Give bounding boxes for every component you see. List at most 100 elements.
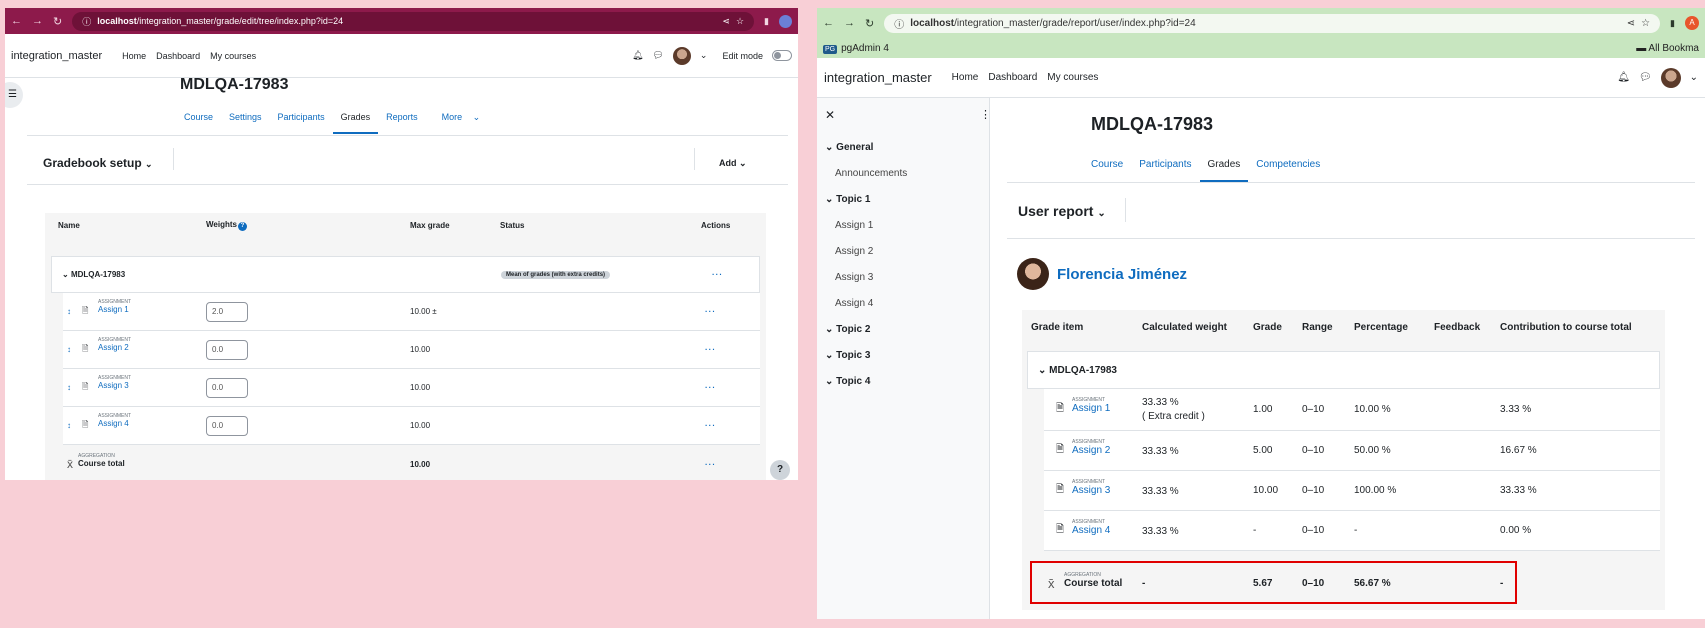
item-actions-menu[interactable]: ··· — [705, 383, 716, 392]
grade-item-link[interactable]: Assign 4 — [1072, 525, 1110, 536]
tab-settings[interactable]: Settings — [221, 106, 270, 134]
back-icon[interactable]: ← — [823, 17, 834, 29]
star-icon[interactable]: ☆ — [736, 16, 744, 27]
forward-icon[interactable]: → — [844, 17, 855, 29]
chevron-down-icon[interactable]: ⌄ — [1690, 72, 1698, 83]
drawer-section[interactable]: ⌄ Topic 4 — [825, 376, 870, 387]
site-brand[interactable]: integration_master — [824, 70, 932, 85]
drawer-item[interactable]: Announcements — [835, 168, 907, 179]
drawer-section[interactable]: ⌄ General — [825, 142, 873, 153]
grade-item-link[interactable]: Assign 3 — [98, 381, 129, 390]
sidepanel-icon[interactable]: ▮ — [764, 16, 769, 27]
tab-participants[interactable]: Participants — [270, 106, 333, 134]
tab-participants[interactable]: Participants — [1131, 154, 1199, 182]
help-icon[interactable]: ? — [237, 221, 247, 231]
category-toggle[interactable]: ⌄ MDLQA-17983 — [1038, 365, 1117, 376]
drawer-item[interactable]: Assign 2 — [835, 246, 873, 257]
percentage-value: - — [1354, 525, 1358, 536]
nav-my-courses[interactable]: My courses — [210, 51, 256, 61]
profile-icon[interactable] — [779, 14, 792, 28]
drawer-section[interactable]: ⌄ Topic 3 — [825, 350, 870, 361]
item-actions-menu[interactable]: ··· — [705, 421, 716, 430]
course-index-toggle[interactable]: ☰ — [5, 82, 23, 108]
nav-dashboard[interactable]: Dashboard — [156, 51, 200, 61]
weight-input[interactable] — [206, 415, 248, 436]
bookmark-pgadmin[interactable]: PG pgAdmin 4 — [823, 43, 889, 54]
address-bar[interactable]: ⓘ localhost/integration_master/grade/rep… — [884, 13, 1661, 33]
bell-icon[interactable]: 🔔︎ — [632, 50, 643, 61]
tab-reports[interactable]: Reports — [378, 106, 426, 134]
sidepanel-icon[interactable]: ▮ — [1670, 18, 1675, 29]
drawer-section[interactable]: ⌄ Topic 2 — [825, 324, 870, 335]
star-icon[interactable]: ☆ — [1641, 18, 1650, 29]
drawer-section[interactable]: ⌄ Topic 1 — [825, 194, 870, 205]
item-actions-menu[interactable]: ··· — [705, 307, 716, 316]
user-report-menu[interactable]: User report ⌄ — [1018, 203, 1106, 219]
nav-dashboard[interactable]: Dashboard — [988, 72, 1037, 83]
drawer-item[interactable]: Assign 1 — [835, 220, 873, 231]
gradebook-setup-menu[interactable]: Gradebook setup ⌄ — [43, 156, 153, 170]
weight-cell: 33.33 % — [1142, 485, 1179, 499]
user-avatar-large[interactable] — [1017, 258, 1049, 290]
kebab-menu-icon[interactable]: ⋮ — [980, 108, 991, 121]
total-actions-menu[interactable]: ··· — [705, 460, 716, 469]
chat-icon[interactable]: 💬︎ — [1639, 72, 1652, 83]
help-button[interactable]: ? — [770, 460, 790, 480]
chat-icon[interactable]: 💬︎ — [652, 50, 663, 61]
nav-home[interactable]: Home — [952, 72, 979, 83]
grade-item-link[interactable]: Assign 3 — [1072, 485, 1110, 496]
back-icon[interactable]: ← — [11, 15, 22, 27]
moodle-navbar: integration_master Home Dashboard My cou… — [817, 58, 1705, 98]
tab-competencies[interactable]: Competencies — [1248, 154, 1328, 182]
course-total-row: x̄ AGGREGATION Course total 10.00 ··· — [63, 448, 760, 480]
address-bar[interactable]: ⓘ localhost/integration_master/grade/edi… — [72, 11, 755, 31]
calculated-weight: 33.33 % — [1142, 397, 1179, 408]
tab-grades[interactable]: Grades — [332, 106, 379, 134]
weight-input[interactable] — [206, 301, 248, 322]
tab-more[interactable]: More ⌄ — [426, 106, 489, 134]
category-actions-menu[interactable]: ··· — [712, 270, 723, 279]
close-icon[interactable]: ✕ — [825, 108, 835, 122]
share-icon[interactable]: ⋖ — [1627, 18, 1635, 29]
tab-course[interactable]: Course — [1083, 154, 1131, 182]
bell-icon[interactable]: 🔔︎ — [1617, 72, 1630, 83]
grade-item-link[interactable]: Assign 1 — [98, 305, 129, 314]
nav-my-courses[interactable]: My courses — [1047, 72, 1098, 83]
weight-input[interactable] — [206, 377, 248, 398]
add-menu-button[interactable]: Add ⌄ — [719, 158, 747, 169]
grade-item-cell: ASSIGNMENT Assign 3 — [98, 375, 131, 390]
user-avatar[interactable] — [1660, 67, 1681, 88]
category-toggle[interactable]: ⌄ MDLQA-17983 — [62, 270, 125, 279]
col-range: Range — [1302, 321, 1333, 333]
tab-course[interactable]: Course — [176, 106, 221, 134]
grade-item-link[interactable]: Assign 1 — [1072, 403, 1110, 414]
forward-icon[interactable]: → — [32, 15, 43, 27]
drawer-item[interactable]: Assign 3 — [835, 272, 873, 283]
all-bookmarks[interactable]: ▬ All Bookma — [1636, 43, 1699, 54]
drawer-section-title: Topic 1 — [836, 194, 871, 205]
reload-icon[interactable]: ↻ — [53, 15, 62, 28]
grade-item-link[interactable]: Assign 2 — [98, 343, 129, 352]
site-brand[interactable]: integration_master — [11, 50, 102, 62]
user-name-link[interactable]: Florencia Jiménez — [1057, 266, 1187, 283]
grade-item-link[interactable]: Assign 4 — [98, 419, 129, 428]
course-total-max: 10.00 — [410, 459, 431, 469]
edit-mode-toggle[interactable] — [772, 50, 792, 61]
grade-item-link[interactable]: Assign 2 — [1072, 445, 1110, 456]
drawer-item[interactable]: Assign 4 — [835, 298, 873, 309]
drag-handle-icon[interactable]: ↕ — [67, 307, 71, 316]
reload-icon[interactable]: ↻ — [865, 17, 874, 30]
left-browser-window: ← → ↻ ⓘ localhost/integration_master/gra… — [5, 8, 798, 480]
drag-handle-icon[interactable]: ↕ — [67, 421, 71, 430]
tab-grades[interactable]: Grades — [1199, 154, 1249, 182]
item-actions-menu[interactable]: ··· — [705, 345, 716, 354]
chevron-down-icon[interactable]: ⌄ — [700, 50, 708, 61]
drag-handle-icon[interactable]: ↕ — [67, 345, 71, 354]
share-icon[interactable]: ⋖ — [722, 16, 730, 27]
weight-input[interactable] — [206, 339, 248, 360]
nav-home[interactable]: Home — [122, 51, 146, 61]
course-tabs: Course Participants Grades Competencies — [1083, 154, 1328, 182]
profile-icon[interactable]: A — [1685, 16, 1699, 30]
drag-handle-icon[interactable]: ↕ — [67, 383, 71, 392]
user-avatar[interactable] — [672, 46, 691, 65]
